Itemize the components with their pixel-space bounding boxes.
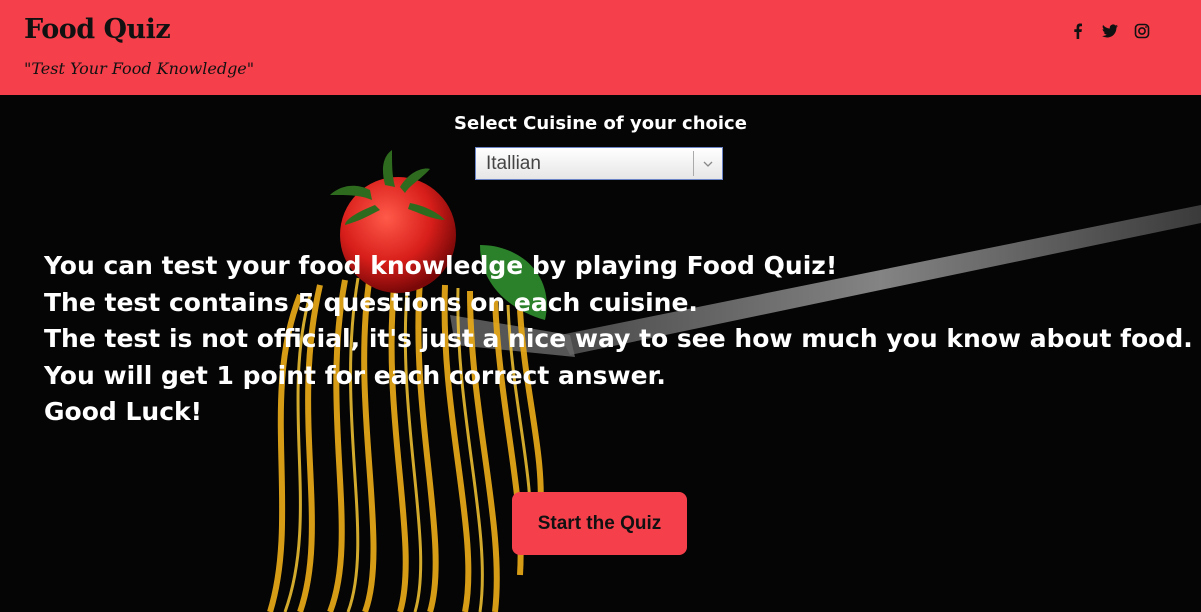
cuisine-select-label: Select Cuisine of your choice — [454, 113, 747, 134]
intro-line: Good Luck! — [44, 397, 203, 426]
intro-line: You will get 1 point for each correct an… — [44, 360, 666, 390]
select-divider — [693, 151, 694, 176]
instagram-icon[interactable] — [1133, 22, 1151, 40]
intro-line: The test contains 5 questions on each cu… — [44, 287, 698, 317]
chevron-down-icon — [703, 161, 713, 167]
intro-line: You can test your food knowledge by play… — [44, 251, 838, 280]
intro-text: You can test your food knowledge by play… — [44, 248, 1193, 431]
facebook-icon[interactable] — [1069, 22, 1087, 40]
cuisine-select[interactable]: Itallian — [475, 147, 723, 180]
start-quiz-button[interactable]: Start the Quiz — [512, 492, 687, 555]
intro-line: The test is not official, it's just a ni… — [44, 324, 1193, 353]
social-links — [1069, 22, 1151, 40]
tagline: "Test Your Food Knowledge" — [24, 59, 255, 78]
brand-title[interactable]: Food Quiz — [24, 14, 171, 45]
twitter-icon[interactable] — [1101, 22, 1119, 40]
page: Food Quiz "Test Your Food Knowledge" Sel… — [0, 0, 1201, 612]
header-bar: Food Quiz "Test Your Food Knowledge" — [0, 0, 1201, 95]
cuisine-selected-value: Itallian — [486, 153, 541, 174]
